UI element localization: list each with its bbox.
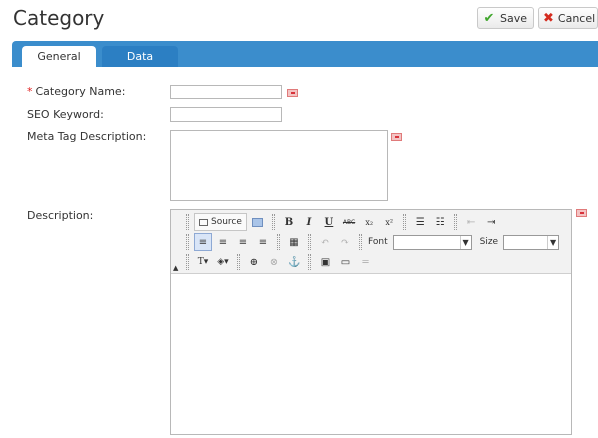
tab-data[interactable]: Data [102,46,178,67]
size-select[interactable]: ▼ [503,234,560,250]
toolbar-grip [186,214,189,230]
numbered-list-icon[interactable]: ☰ [411,213,429,231]
horizontal-rule-icon[interactable]: ═ [356,253,374,271]
close-icon: ✖ [543,10,554,26]
superscript-button[interactable]: x² [380,213,398,231]
source-button-label: Source [211,217,242,227]
align-center-icon[interactable]: ≡ [214,233,232,251]
toolbar-grip [308,234,311,250]
outdent-icon[interactable]: ⇤ [462,213,480,231]
required-marker: * [27,85,33,98]
toolbar-grip [186,254,189,270]
toolbar-grip [308,254,312,270]
strikethrough-button[interactable]: ABC [340,213,358,231]
category-name-label-text: Category Name: [35,85,126,98]
toolbar-grip [403,214,407,230]
language-flag-icon [576,209,587,217]
toolbar-grip [277,234,280,250]
italic-button[interactable]: I [300,213,318,231]
meta-description-textarea[interactable] [170,130,388,201]
link-icon[interactable]: ⊕ [245,253,263,271]
category-name-label: * Category Name: [27,85,125,98]
redo-icon[interactable]: ↷ [336,233,354,251]
templates-button[interactable] [249,213,267,231]
collapse-toolbar-icon[interactable]: ▲ [173,264,178,272]
undo-icon[interactable]: ↶ [316,233,334,251]
font-label: Font [368,237,388,247]
toolbar-row-3: T▾ ◈▾ ⊕ ⊗ ⚓ ▣ ▭ ═ [183,252,374,272]
seo-keyword-label: SEO Keyword: [27,108,104,121]
source-icon [199,218,208,226]
editor-toolbar: Source B I U ABC x₂ x² ☰ ☷ ⇤ ⇥ ≡ ≡ ≡ ≡ ▦ [171,210,571,274]
toolbar-grip [359,234,362,250]
language-flag-icon [287,89,298,97]
source-button[interactable]: Source [194,213,247,231]
paste-icon[interactable]: ▦ [285,233,303,251]
toolbar-grip [237,254,240,270]
align-right-icon[interactable]: ≡ [234,233,252,251]
size-label: Size [479,237,499,247]
text-color-icon[interactable]: T▾ [194,253,212,271]
subscript-button[interactable]: x₂ [360,213,378,231]
underline-button[interactable]: U [320,213,338,231]
cancel-button[interactable]: ✖ Cancel [538,7,598,29]
templates-icon [252,217,264,227]
align-left-icon[interactable]: ≡ [194,233,212,251]
toolbar-grip [271,214,275,230]
meta-description-label: Meta Tag Description: [27,130,147,143]
indent-icon[interactable]: ⇥ [482,213,500,231]
toolbar-grip [454,214,458,230]
chevron-down-icon: ▼ [547,235,558,249]
table-icon[interactable]: ▭ [336,253,354,271]
anchor-icon[interactable]: ⚓ [285,253,303,271]
unlink-icon[interactable]: ⊗ [265,253,283,271]
language-flag-icon [391,133,402,141]
align-justify-icon[interactable]: ≡ [254,233,272,251]
cancel-button-label: Cancel [557,11,596,25]
bold-button[interactable]: B [280,213,298,231]
editor-content-area[interactable] [171,275,571,434]
check-icon: ✔ [483,10,495,26]
bulleted-list-icon[interactable]: ☷ [431,213,449,231]
seo-keyword-input[interactable] [170,107,282,122]
save-button-label: Save [499,11,527,25]
toolbar-grip [186,234,189,250]
description-editor: Source B I U ABC x₂ x² ☰ ☷ ⇤ ⇥ ≡ ≡ ≡ ≡ ▦ [170,209,572,435]
toolbar-row-2: ≡ ≡ ≡ ≡ ▦ ↶ ↷ Font ▼ Size ▼ [183,232,560,252]
font-select[interactable]: ▼ [392,234,472,250]
description-label: Description: [27,209,94,222]
page-title: Category [13,6,105,30]
chevron-down-icon: ▼ [459,235,471,249]
tab-general[interactable]: General [22,46,96,67]
toolbar-row-1: Source B I U ABC x₂ x² ☰ ☷ ⇤ ⇥ [183,212,500,232]
category-name-input[interactable] [170,85,282,99]
save-button[interactable]: ✔ Save [477,7,534,29]
background-color-icon[interactable]: ◈▾ [214,253,232,271]
image-icon[interactable]: ▣ [316,253,334,271]
tab-bar: General Data [12,41,598,67]
